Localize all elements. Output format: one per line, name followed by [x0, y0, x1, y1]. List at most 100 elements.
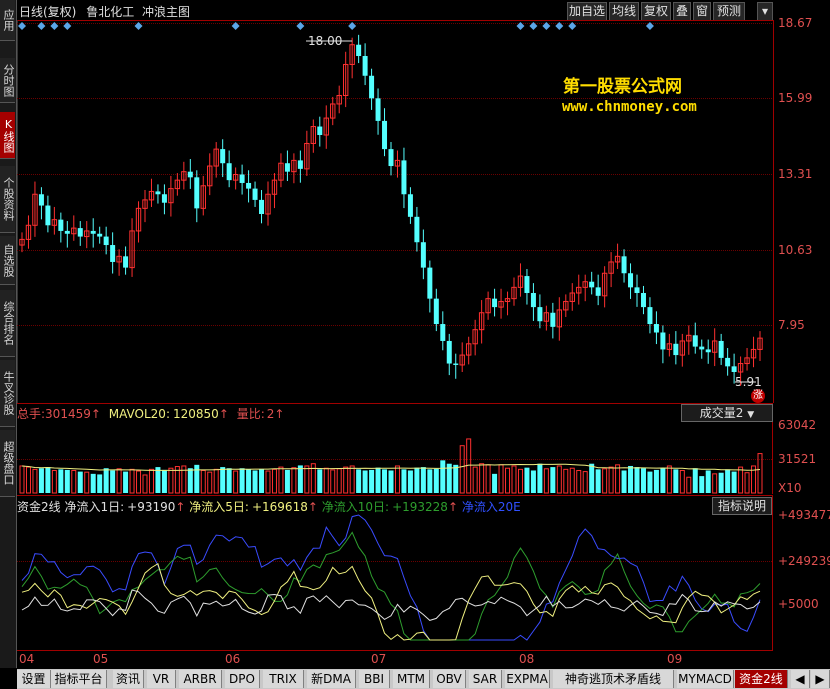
tab-obv[interactable]: OBV [433, 670, 466, 688]
tab-bbi[interactable]: BBI [359, 670, 390, 688]
volume-bar [64, 469, 70, 493]
candle-body [621, 256, 627, 274]
signal-diamond-icon [516, 22, 525, 30]
candle-body [433, 298, 439, 325]
volume-bar [673, 469, 679, 493]
tab-settings[interactable]: 设置 [17, 670, 51, 688]
candle-body [407, 194, 413, 217]
volume-bar [90, 473, 96, 493]
volume-bar [498, 464, 504, 494]
candle-body [161, 194, 167, 203]
volume-bar [589, 463, 595, 493]
date-tick: 08 [519, 652, 535, 666]
signal-diamond-icon [37, 22, 46, 30]
tab-mtm[interactable]: MTM [393, 670, 430, 688]
volume-bar [265, 470, 271, 494]
volume-bar [401, 469, 407, 493]
date-axis: 04 05 06 07 08 09 [17, 650, 830, 668]
tab-expma[interactable]: EXPMA [505, 670, 550, 688]
tab-indicator-platform[interactable]: 指标平台 [51, 670, 107, 688]
candle-body [446, 340, 452, 364]
volume-bar [103, 468, 109, 493]
tab-arbr[interactable]: ARBR [179, 670, 222, 688]
tab-sar[interactable]: SAR [469, 670, 502, 688]
tab-mymacd[interactable]: MYMACD [677, 670, 734, 688]
date-tick: 09 [667, 652, 683, 666]
volume-bar [608, 466, 614, 494]
signal-diamond-icon [645, 22, 654, 30]
volume-bar [414, 467, 420, 493]
candle-body [45, 205, 51, 226]
candle-body [123, 256, 129, 268]
tab-dpo[interactable]: DPO [225, 670, 260, 688]
volume-bar [621, 470, 627, 493]
candle-body [634, 287, 640, 293]
indicator-tabs: 设置 指标平台 资讯 VR ARBR DPO TRIX 新DMA BBI MTM… [17, 669, 830, 689]
signal-diamond-icon [134, 22, 143, 30]
candle-body [692, 335, 698, 347]
tab-scroll-right-icon[interactable]: ▶ [811, 670, 830, 688]
volume-bar [38, 468, 44, 493]
volume-bar [712, 473, 718, 494]
tab-trix[interactable]: TRIX [263, 670, 304, 688]
candle-body [420, 242, 426, 268]
volume-bar [479, 463, 485, 494]
volume-bar [375, 467, 381, 493]
volume-bar [187, 468, 193, 493]
volume-bar [634, 467, 640, 493]
volume-bar [615, 464, 621, 494]
volume-bar [427, 469, 433, 493]
volume-bar [550, 467, 556, 493]
volume-bar [537, 463, 543, 493]
tab-scroll-left-icon[interactable]: ◀ [791, 670, 810, 688]
candle-body [537, 307, 543, 322]
volume-bar [207, 471, 213, 494]
candle-body [705, 349, 711, 353]
candle-body [362, 56, 368, 76]
candle-body [155, 191, 161, 195]
candle-body [58, 219, 64, 231]
tab-escape-top[interactable]: 神奇逃顶术矛盾线 [553, 670, 674, 688]
volume-bar [278, 466, 284, 494]
volume-bar [32, 468, 38, 494]
candle-body [628, 273, 634, 288]
volume-bar [304, 465, 310, 494]
volume-bar [129, 468, 135, 494]
candle-body [440, 324, 446, 341]
candle-body [660, 332, 666, 350]
signal-diamond-icon [50, 22, 59, 30]
candle-body [239, 174, 245, 183]
volume-bar [731, 471, 737, 493]
volume-bar [640, 468, 646, 493]
volume-bar [116, 468, 122, 494]
volume-bar [356, 469, 362, 493]
volume-bar [369, 469, 375, 493]
volume-bar [51, 469, 57, 494]
volume-bar [58, 469, 64, 493]
volume-bar [330, 469, 336, 494]
candle-body [97, 233, 103, 237]
candle-body [673, 343, 679, 356]
tab-new-dma[interactable]: 新DMA [307, 670, 356, 688]
tab-news[interactable]: 资讯 [113, 670, 144, 688]
candle-body [524, 276, 530, 293]
volume-bar [576, 469, 582, 494]
volume-bar [284, 469, 290, 493]
volume-bar [660, 468, 666, 493]
tab-fund-2line[interactable]: 资金2线 [735, 670, 788, 688]
volume-bar [246, 469, 252, 493]
candle-body [530, 293, 536, 308]
volume-bar [123, 471, 129, 493]
volume-bar [362, 470, 368, 493]
volume-bar [725, 469, 731, 493]
candle-body [194, 177, 200, 209]
candle-body [110, 245, 116, 262]
volume-bar [666, 465, 672, 494]
candle-body [226, 163, 232, 181]
volume-bar [679, 469, 685, 494]
tab-vr[interactable]: VR [147, 670, 176, 688]
volume-bar [291, 467, 297, 494]
signal-diamond-icon [296, 22, 305, 30]
volume-bar [168, 467, 174, 494]
volume-bar [297, 465, 303, 493]
